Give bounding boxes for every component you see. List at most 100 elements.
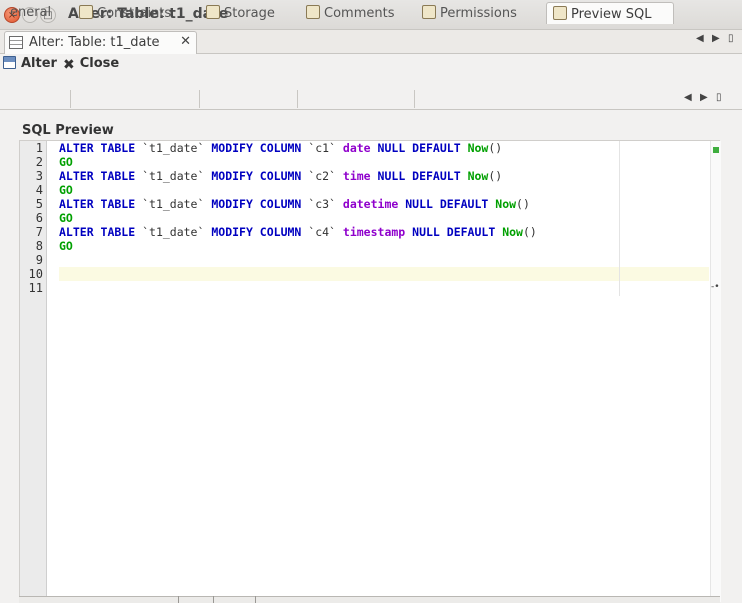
line-number: 6	[35, 211, 43, 225]
tab-list-menu-icon[interactable]: ▯	[716, 92, 722, 103]
status-divider	[178, 596, 179, 603]
line-number: 11	[28, 281, 43, 295]
comments-icon	[306, 5, 320, 19]
alter-label: Alter	[21, 56, 57, 71]
code-token: ALTER TABLE	[59, 141, 136, 155]
code-token: ALTER TABLE	[59, 225, 136, 239]
code-line: GO	[59, 239, 73, 253]
code-token: `t1_date`	[135, 225, 212, 239]
chevron-right-icon[interactable]: ▶	[700, 92, 708, 103]
code-line: GO	[59, 183, 73, 197]
code-token: NULL DEFAULT	[405, 197, 489, 211]
code-token: GO	[59, 183, 73, 197]
code-token: MODIFY COLUMN	[211, 225, 302, 239]
code-token: `c3`	[301, 197, 343, 211]
close-button[interactable]: ✖ Close	[63, 56, 119, 73]
code-token: MODIFY COLUMN	[211, 141, 302, 155]
print-margin-line	[619, 141, 620, 296]
code-token: NULL DEFAULT	[377, 169, 461, 183]
line-number: 8	[35, 239, 43, 253]
tab-divider	[297, 90, 298, 108]
preview-sql-icon	[553, 6, 567, 20]
tab-list-menu-icon[interactable]: ▯	[728, 33, 734, 44]
code-token: Now	[467, 141, 489, 155]
tab-permissions[interactable]: Permissions	[422, 2, 517, 24]
code-token: NULL DEFAULT	[377, 141, 461, 155]
alter-button[interactable]: Alter	[3, 56, 57, 71]
chevron-right-icon[interactable]: ▶	[712, 33, 720, 44]
line-number: 1	[35, 141, 43, 155]
code-line: GO	[59, 211, 73, 225]
code-token: ()	[488, 141, 503, 155]
code-token: `c4`	[301, 225, 343, 239]
code-token: `c2`	[301, 169, 343, 183]
line-number: 7	[35, 225, 43, 239]
tab-storage[interactable]: Storage	[206, 2, 275, 24]
close-icon[interactable]: ✕	[180, 34, 191, 49]
code-line: GO	[59, 155, 73, 169]
current-line-highlight	[59, 267, 709, 281]
code-token: `t1_date`	[135, 141, 212, 155]
code-token: MODIFY COLUMN	[211, 197, 302, 211]
code-token: Now	[502, 225, 523, 239]
close-label: Close	[79, 56, 120, 71]
tab-divider	[414, 90, 415, 108]
line-number: 2	[35, 155, 43, 169]
code-token: ()	[516, 197, 530, 211]
chevron-left-icon[interactable]: ◀	[696, 33, 704, 44]
code-token: timestamp	[342, 225, 406, 239]
code-line: ALTER TABLE `t1_date` MODIFY COLUMN `c1`…	[59, 141, 502, 155]
constraints-icon	[79, 5, 93, 19]
overview-ruler[interactable]: -•	[710, 141, 721, 602]
code-token: time	[342, 169, 371, 183]
code-token: NULL DEFAULT	[412, 225, 496, 239]
chevron-left-icon[interactable]: ◀	[684, 92, 692, 103]
tab-constraints[interactable]: Constraints	[79, 2, 171, 24]
sql-preview-heading: SQL Preview	[22, 123, 114, 138]
code-token: MODIFY COLUMN	[211, 169, 302, 183]
tab-preview-sql[interactable]: Preview SQL	[546, 2, 674, 24]
status-bar	[19, 596, 720, 603]
code-line: ALTER TABLE `t1_date` MODIFY COLUMN `c4`…	[59, 225, 537, 239]
tab-comments[interactable]: Comments	[306, 2, 394, 24]
property-tab-bar	[0, 86, 742, 110]
tab-constraints-label: Constraints	[97, 6, 172, 21]
code-token: ALTER TABLE	[59, 169, 136, 183]
code-token: `t1_date`	[135, 197, 212, 211]
editor-tab-bar: Alter: Table: t1_date ✕	[0, 30, 742, 54]
line-number: 3	[35, 169, 43, 183]
status-divider	[213, 596, 214, 603]
code-token: Now	[495, 197, 517, 211]
code-token: `t1_date`	[135, 169, 212, 183]
editor-tab-label: Alter: Table: t1_date	[29, 35, 160, 50]
storage-icon	[206, 5, 220, 19]
line-number: 4	[35, 183, 43, 197]
table-icon	[9, 36, 23, 49]
editor-tab-alter-table[interactable]: Alter: Table: t1_date ✕	[4, 31, 197, 54]
code-token: `c1`	[301, 141, 343, 155]
caret-position-marker: -•	[711, 282, 720, 292]
line-number: 9	[35, 253, 43, 267]
tab-general[interactable]: eneral	[10, 2, 51, 24]
tab-divider	[199, 90, 200, 108]
tab-divider	[70, 90, 71, 108]
code-token: date	[342, 141, 371, 155]
tab-permissions-label: Permissions	[440, 6, 517, 21]
code-token: ()	[522, 225, 537, 239]
tab-storage-label: Storage	[224, 6, 275, 21]
sql-preview-editor[interactable]: 1 2 3 4 5 6 7 8 9 10 11 ALTER TABLE `t1_date` MODI…	[19, 140, 721, 603]
toolbar: Alter ✖ Close	[0, 54, 742, 76]
code-token: Now	[467, 169, 489, 183]
line-number-gutter: 1 2 3 4 5 6 7 8 9 10 11	[20, 141, 47, 602]
permissions-icon	[422, 5, 436, 19]
code-line: ALTER TABLE `t1_date` MODIFY COLUMN `c3`…	[59, 197, 530, 211]
code-token: ALTER TABLE	[59, 197, 136, 211]
line-number: 10	[28, 267, 43, 281]
save-icon	[3, 56, 16, 69]
status-divider	[255, 596, 256, 603]
code-token: GO	[59, 155, 73, 169]
